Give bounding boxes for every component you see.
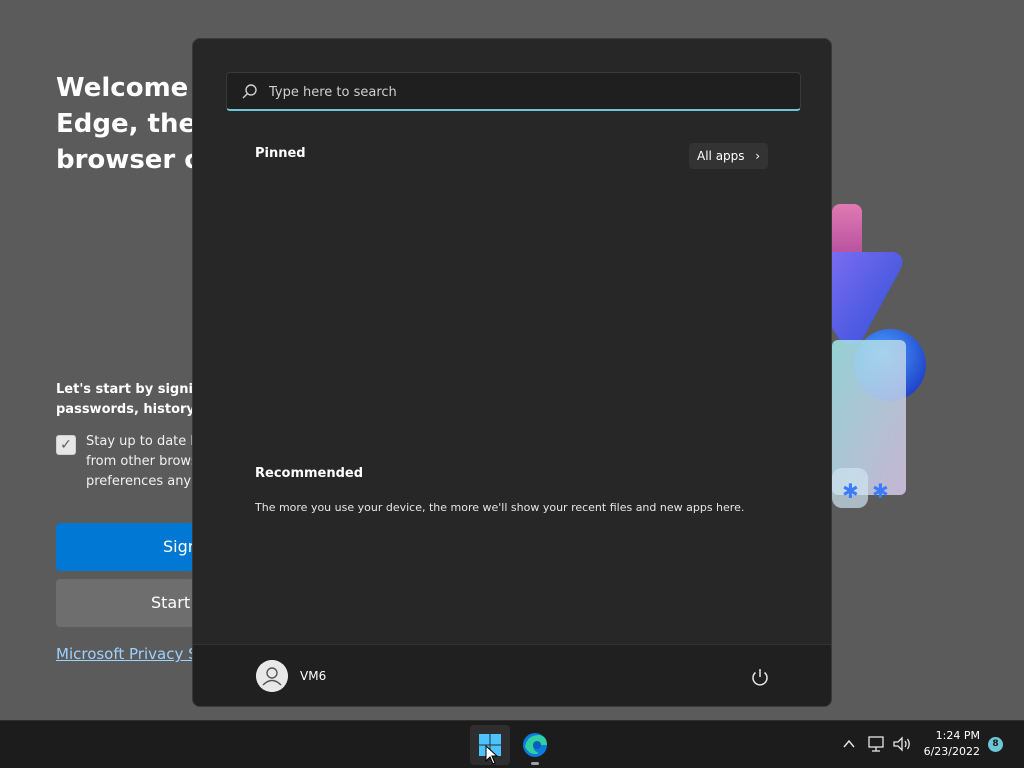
user-avatar-icon[interactable] [256,660,288,692]
privacy-statement-link[interactable]: Microsoft Privacy St [56,645,194,663]
search-input[interactable] [269,81,789,103]
chevron-up-icon[interactable] [840,735,858,753]
pinned-heading: Pinned [255,146,306,161]
welcome-illustration: ✱ ✱ [832,204,926,508]
all-apps-label: All apps [697,149,745,163]
user-bar: VM6 [193,644,831,706]
all-apps-button[interactable]: All apps › [689,143,768,169]
sign-in-button-label: Sign [163,537,194,556]
edge-taskbar-button[interactable] [515,725,555,765]
welcome-line: browser or [56,145,196,175]
stay-up-to-date-checkbox[interactable]: ✓ [56,435,76,455]
start-menu: Pinned All apps › Recommended The more y… [192,38,832,707]
network-icon[interactable] [867,735,887,753]
search-icon [242,84,257,99]
mouse-cursor-icon [485,745,499,765]
stay-line: from other brows [86,454,194,469]
edge-icon [523,733,547,757]
welcome-line: Edge, the b [56,109,196,139]
start-button[interactable] [470,725,510,765]
stay-line: Stay up to date b [86,434,194,449]
stay-up-to-date-option: ✓ Stay up to date b from other brows pre… [56,432,194,492]
recommended-empty-message: The more you use your device, the more w… [255,501,745,514]
welcome-line: Welcome t [56,73,196,103]
recommended-heading: Recommended [255,466,364,481]
taskbar: 1:24 PM 6/23/2022 8 [0,720,1024,768]
stay-line: preferences any t [86,474,194,489]
user-name[interactable]: VM6 [300,669,326,683]
signin-prompt-line: Let's start by signing [56,382,194,397]
notification-badge[interactable]: 8 [988,737,1003,752]
clock-time: 1:24 PM [935,729,980,742]
volume-icon[interactable] [892,735,912,753]
start-without-data-button[interactable]: Start w [56,579,194,627]
svg-text:✱: ✱ [872,479,889,503]
search-box[interactable] [226,72,801,111]
stay-up-to-date-label: Stay up to date b from other brows prefe… [86,432,194,492]
signin-prompt-line: passwords, history, a [56,402,194,417]
sign-in-button[interactable]: Sign [56,523,194,571]
chevron-right-icon: › [755,149,760,163]
start-without-data-label: Start w [151,593,194,612]
running-indicator [531,762,539,765]
svg-text:✱: ✱ [842,479,859,503]
clock-date: 6/23/2022 [923,745,980,758]
welcome-heading: Welcome t Edge, the b browser or [56,70,196,178]
clock[interactable]: 1:24 PM 6/23/2022 [918,728,980,760]
signin-prompt: Let's start by signing passwords, histor… [56,380,194,420]
power-icon[interactable] [748,665,772,689]
